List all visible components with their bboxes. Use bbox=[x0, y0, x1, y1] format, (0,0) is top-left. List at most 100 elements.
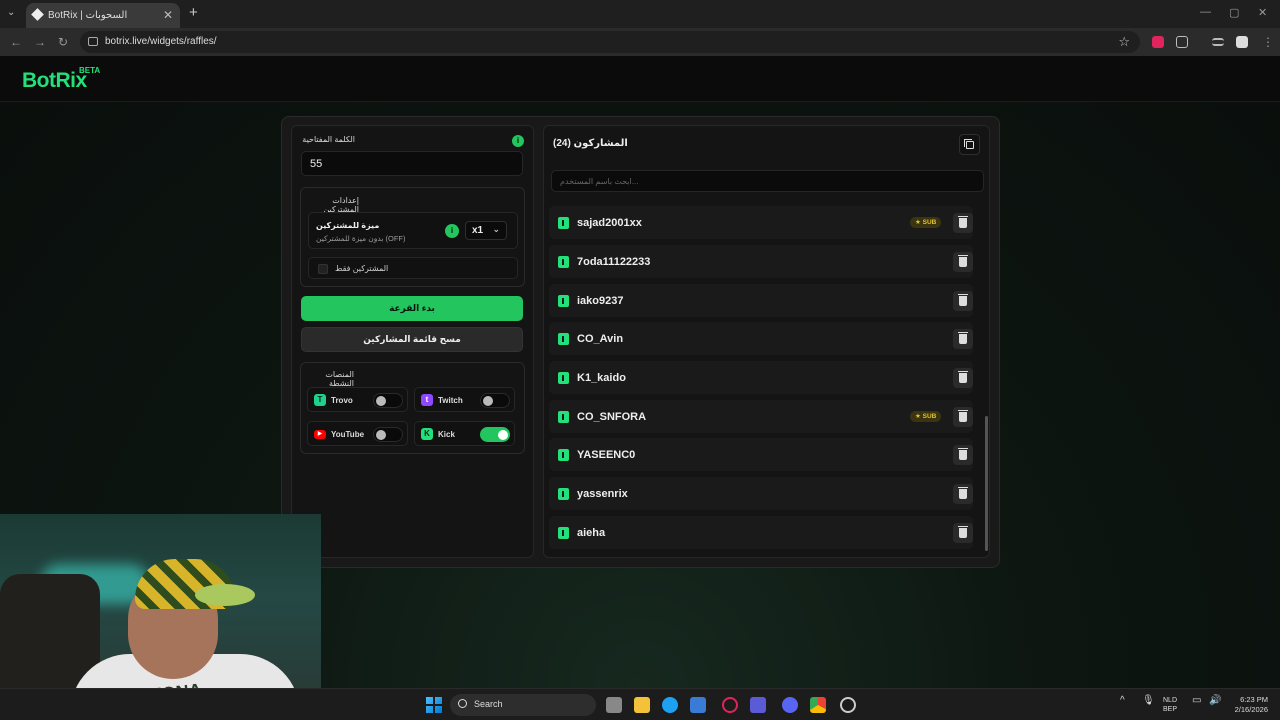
minimize-button[interactable]: — bbox=[1200, 6, 1211, 18]
volume-icon[interactable]: 🔊 bbox=[1209, 696, 1221, 706]
kick-icon bbox=[558, 449, 569, 461]
trovo-toggle[interactable] bbox=[373, 393, 403, 408]
participant-search-input[interactable]: ابحث باسم المستخدم... bbox=[551, 170, 984, 192]
trash-icon bbox=[958, 448, 968, 460]
clear-participants-button[interactable]: مسح قائمة المشاركين bbox=[301, 327, 523, 352]
platform-name: Trovo bbox=[331, 396, 353, 405]
app-icon[interactable] bbox=[750, 697, 766, 713]
platform-kick: K Kick bbox=[414, 421, 515, 446]
reading-list-icon[interactable] bbox=[1212, 38, 1224, 46]
tab-close-icon[interactable]: ✕ bbox=[163, 8, 173, 22]
app-icon-2[interactable] bbox=[840, 697, 856, 713]
bookmark-star-icon[interactable]: ☆ bbox=[1118, 34, 1130, 50]
participants-list: sajad2001xx ★ SUB 7oda11122233 iako9237 bbox=[547, 206, 975, 556]
tab-title: BotRix | السحوبات bbox=[48, 10, 128, 21]
start-raffle-button[interactable]: بدء القرعة bbox=[301, 296, 523, 321]
copy-list-button[interactable] bbox=[959, 134, 980, 155]
windows-start-icon[interactable] bbox=[426, 697, 442, 713]
platform-youtube: ▶ YouTube bbox=[307, 421, 408, 446]
profile-icon[interactable] bbox=[1236, 36, 1248, 48]
trash-icon bbox=[958, 255, 968, 267]
delete-participant-button[interactable] bbox=[953, 213, 973, 233]
list-item: YASEENC0 bbox=[549, 438, 973, 471]
tray-chevron-icon[interactable]: ^ bbox=[1120, 696, 1125, 706]
youtube-toggle[interactable] bbox=[373, 427, 403, 442]
extension-icon[interactable] bbox=[1152, 36, 1164, 48]
keyword-label: الكلمة المفتاحية bbox=[302, 135, 355, 144]
extensions-puzzle-icon[interactable] bbox=[1176, 36, 1188, 48]
kick-icon bbox=[558, 488, 569, 500]
active-platforms-box: المنصات النشطة T Trovo t Twitch ▶ YouTub… bbox=[300, 362, 525, 454]
kick-icon bbox=[558, 256, 569, 268]
maximize-button[interactable]: ▢ bbox=[1229, 6, 1239, 19]
language-indicator[interactable]: NLD BEP bbox=[1163, 696, 1177, 714]
active-platforms-label: المنصات النشطة bbox=[325, 370, 354, 388]
participant-name: YASEENC0 bbox=[577, 449, 636, 461]
delete-participant-button[interactable] bbox=[953, 484, 973, 504]
site-info-icon[interactable] bbox=[88, 37, 98, 46]
sub-advantage-info-icon[interactable]: i bbox=[445, 224, 459, 238]
browser-menu-icon[interactable]: ⋮ bbox=[1262, 35, 1274, 49]
store-icon[interactable] bbox=[690, 697, 706, 713]
delete-participant-button[interactable] bbox=[953, 407, 973, 427]
kick-icon bbox=[558, 333, 569, 345]
address-bar[interactable]: botrix.live/widgets/raffles/ ☆ bbox=[80, 31, 1140, 53]
reload-icon[interactable]: ↻ bbox=[58, 35, 68, 49]
kick-toggle[interactable] bbox=[480, 427, 510, 442]
participants-scrollbar[interactable] bbox=[985, 416, 988, 551]
subs-only-option[interactable]: المشتركين فقط bbox=[308, 257, 518, 279]
platform-name: Kick bbox=[438, 430, 455, 439]
edge-icon[interactable] bbox=[662, 697, 678, 713]
system-clock[interactable]: 6:23 PM 2/16/2026 bbox=[1226, 695, 1268, 715]
chevron-down-icon: ⌄ bbox=[492, 224, 500, 234]
trash-icon bbox=[958, 526, 968, 538]
participant-name: K1_kaido bbox=[577, 372, 626, 384]
trash-icon bbox=[958, 487, 968, 499]
participant-name: aieha bbox=[577, 527, 606, 539]
delete-participant-button[interactable] bbox=[953, 445, 973, 465]
list-item: K1_kaido bbox=[549, 361, 973, 394]
site-header: BotRix BETA bbox=[0, 56, 1280, 102]
discord-icon[interactable] bbox=[782, 697, 798, 713]
keyword-input[interactable]: 55 bbox=[301, 151, 523, 176]
keyword-info-icon[interactable]: i bbox=[512, 135, 524, 147]
back-arrow-icon[interactable]: ← bbox=[10, 35, 22, 49]
participant-name: 7oda11122233 bbox=[577, 256, 651, 268]
participant-name: yassenrix bbox=[577, 488, 628, 500]
trash-icon bbox=[958, 410, 968, 422]
delete-participant-button[interactable] bbox=[953, 329, 973, 349]
platform-name: Twitch bbox=[438, 396, 463, 405]
new-tab-button[interactable]: + bbox=[189, 4, 198, 21]
trovo-icon: T bbox=[314, 394, 326, 406]
url-text: botrix.live/widgets/raffles/ bbox=[105, 36, 217, 47]
window-close-button[interactable]: ✕ bbox=[1258, 6, 1267, 19]
delete-participant-button[interactable] bbox=[953, 523, 973, 543]
subs-only-checkbox[interactable] bbox=[318, 264, 328, 274]
file-explorer-icon[interactable] bbox=[634, 697, 650, 713]
task-view-icon[interactable] bbox=[606, 697, 622, 713]
list-item: yassenrix bbox=[549, 477, 973, 510]
delete-participant-button[interactable] bbox=[953, 252, 973, 272]
participants-panel: المشاركون (24) ابحث باسم المستخدم... saj… bbox=[543, 125, 990, 558]
multiplier-select[interactable]: x1 ⌄ bbox=[465, 221, 507, 240]
sub-advantage-setting: ميزة للمشتركين بدون ميزة للمشتركين (OFF)… bbox=[308, 212, 518, 249]
search-icon bbox=[458, 699, 467, 708]
browser-tab[interactable]: BotRix | السحوبات ✕ bbox=[26, 3, 180, 28]
twitch-toggle[interactable] bbox=[480, 393, 510, 408]
windows-taskbar: Search ^ 🎙 NLD BEP ▭ 🔊 6:23 PM 2/16/2026 bbox=[0, 688, 1280, 720]
list-item: iako9237 bbox=[549, 284, 973, 317]
botrix-logo[interactable]: BotRix bbox=[22, 69, 87, 93]
list-item: 7oda11122233 bbox=[549, 245, 973, 278]
chrome-icon[interactable] bbox=[810, 697, 826, 713]
opera-icon[interactable] bbox=[722, 697, 738, 713]
tab-list-button[interactable]: ⌄ bbox=[7, 7, 15, 18]
taskbar-search[interactable]: Search bbox=[450, 694, 596, 716]
forward-arrow-icon[interactable]: → bbox=[34, 35, 46, 49]
kick-icon bbox=[558, 411, 569, 423]
delete-participant-button[interactable] bbox=[953, 368, 973, 388]
delete-participant-button[interactable] bbox=[953, 291, 973, 311]
participant-name: CO_Avin bbox=[577, 333, 624, 345]
kick-icon bbox=[558, 372, 569, 384]
network-icon[interactable]: ▭ bbox=[1192, 696, 1201, 706]
microphone-icon[interactable]: 🎙 bbox=[1142, 696, 1155, 706]
